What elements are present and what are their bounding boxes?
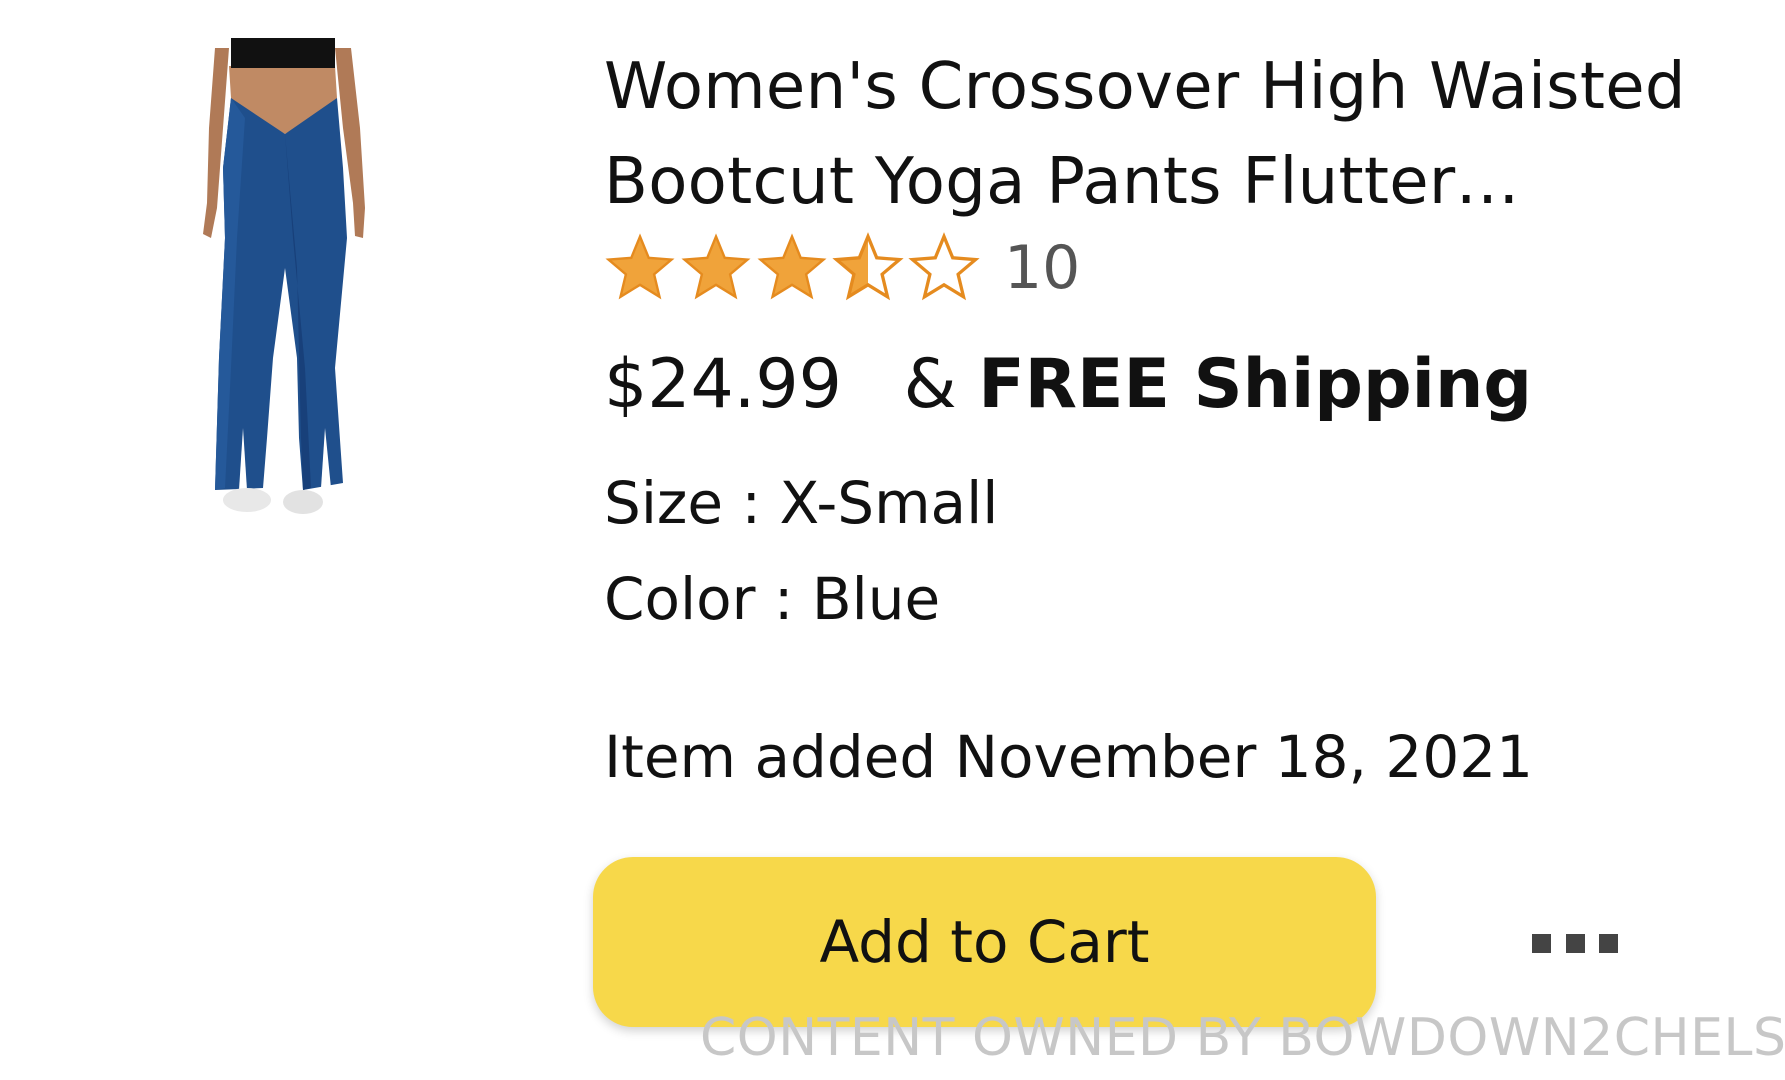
more-dot (1599, 933, 1618, 953)
more-dot (1565, 933, 1585, 953)
star-full-icon (605, 233, 675, 300)
star-rating (604, 232, 984, 304)
star-half-icon (832, 232, 904, 301)
star-full-icon (681, 233, 751, 300)
price-row: $24.99 & FREE Shipping (604, 340, 1532, 430)
more-options-icon[interactable] (1520, 918, 1630, 968)
more-dot (1532, 933, 1551, 953)
shipping-prefix: & (903, 345, 957, 424)
color-label: Color : Blue (604, 565, 941, 633)
add-to-cart-button[interactable]: Add to Cart (593, 857, 1376, 1027)
product-image[interactable] (185, 38, 425, 518)
star-full-icon (757, 233, 827, 300)
watermark-text: CONTENT OWNED BY BOWDOWN2CHELSEA (700, 1008, 1785, 1068)
star-empty-icon (908, 232, 980, 301)
price: $24.99 (604, 345, 842, 424)
item-added-date: Item added November 18, 2021 (604, 723, 1534, 791)
rating-count[interactable]: 10 (1004, 233, 1080, 303)
yoga-pants-product-photo (203, 38, 365, 514)
size-label: Size : X-Small (604, 469, 999, 537)
product-title[interactable]: Women's Crossover High Waisted Bootcut Y… (604, 40, 1704, 230)
free-shipping-label: FREE Shipping (978, 345, 1533, 424)
rating-row[interactable]: 10 (604, 228, 1080, 308)
